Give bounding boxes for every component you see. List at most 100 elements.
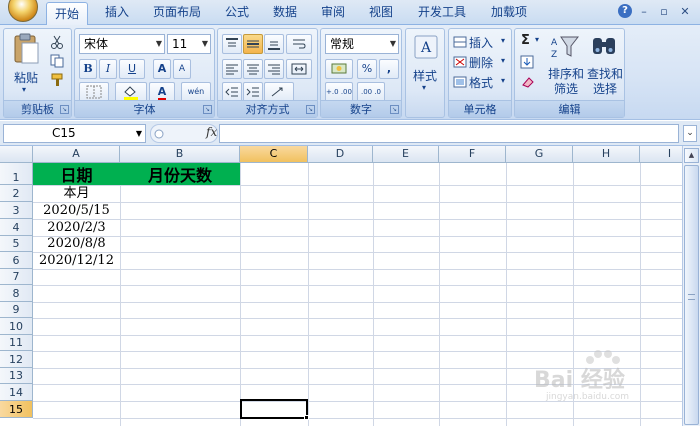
comma-button[interactable]: ,: [379, 59, 399, 79]
format-painter-icon[interactable]: [50, 73, 64, 87]
chevron-down-icon[interactable]: ▾: [535, 35, 539, 44]
fill-handle[interactable]: [304, 415, 309, 420]
font-name-combo[interactable]: 宋体 ▼: [79, 34, 165, 54]
align-center-button[interactable]: [243, 59, 263, 79]
handle-icon[interactable]: [154, 128, 164, 140]
help-icon[interactable]: ?: [618, 4, 632, 18]
format-cells-button[interactable]: 格式: [469, 74, 493, 91]
grow-font-button[interactable]: A: [153, 59, 171, 79]
copy-icon[interactable]: [50, 54, 64, 68]
column-header-f[interactable]: F: [439, 146, 506, 163]
align-middle-button[interactable]: [243, 34, 263, 54]
cell-a2[interactable]: 本月: [33, 185, 120, 202]
tab-view[interactable]: 视图: [362, 0, 400, 25]
delete-cells-button[interactable]: 删除: [469, 54, 493, 71]
find-select-button[interactable]: 查找和 选择: [587, 67, 623, 97]
tab-developer[interactable]: 开发工具: [410, 0, 474, 25]
paste-icon[interactable]: [12, 33, 40, 65]
column-header-e[interactable]: E: [373, 146, 439, 163]
row-header-2[interactable]: 2: [0, 185, 33, 202]
percent-button[interactable]: %: [357, 59, 377, 79]
tab-page-layout[interactable]: 页面布局: [146, 0, 208, 25]
cell-a5[interactable]: 2020/8/8: [33, 236, 120, 252]
merge-center-button[interactable]: [286, 59, 312, 79]
column-header-i[interactable]: I: [640, 146, 682, 163]
scroll-thumb[interactable]: [684, 165, 699, 425]
column-header-a[interactable]: A: [33, 146, 120, 163]
insert-function-icon[interactable]: fx: [206, 125, 217, 139]
find-select-icon[interactable]: [591, 34, 617, 58]
increase-decimal-button[interactable]: +.0 .00: [325, 82, 353, 102]
column-header-g[interactable]: G: [506, 146, 573, 163]
cell-b1[interactable]: 月份天数: [120, 163, 240, 185]
tab-home[interactable]: 开始: [46, 2, 88, 26]
column-header-h[interactable]: H: [573, 146, 640, 163]
autosum-button[interactable]: Σ: [521, 33, 530, 48]
row-header-3[interactable]: 3: [0, 202, 33, 219]
paste-dropdown-icon[interactable]: ▾: [22, 85, 26, 94]
row-header-5[interactable]: 5: [0, 236, 33, 252]
column-header-d[interactable]: D: [308, 146, 373, 163]
wrap-text-button[interactable]: [286, 34, 312, 54]
sort-filter-button[interactable]: 排序和 筛选: [548, 67, 584, 97]
styles-button-label[interactable]: 样式: [413, 67, 437, 84]
chevron-down-icon[interactable]: ▾: [501, 76, 505, 85]
row-header-8[interactable]: 8: [0, 285, 33, 302]
select-all-corner[interactable]: [0, 146, 33, 163]
minimize-icon[interactable]: –: [636, 4, 652, 20]
row-header-9[interactable]: 9: [0, 302, 33, 318]
row-header-15[interactable]: 15: [0, 401, 33, 418]
tab-data[interactable]: 数据: [266, 0, 304, 25]
formula-input[interactable]: [219, 124, 679, 143]
row-header-4[interactable]: 4: [0, 219, 33, 236]
align-top-button[interactable]: [222, 34, 242, 54]
insert-cells-button[interactable]: 插入: [469, 34, 493, 51]
row-header-14[interactable]: 14: [0, 384, 33, 401]
column-header-b[interactable]: B: [120, 146, 240, 163]
column-header-c[interactable]: C: [240, 146, 308, 163]
close-icon[interactable]: ✕: [677, 4, 693, 20]
vertical-scrollbar[interactable]: ▲: [682, 146, 700, 426]
row-header-13[interactable]: 13: [0, 368, 33, 384]
number-launcher-icon[interactable]: ↘: [390, 105, 399, 114]
row-header-6[interactable]: 6: [0, 252, 33, 269]
row-header-1[interactable]: 1: [0, 163, 33, 185]
borders-button[interactable]: [79, 82, 109, 102]
cell-a6[interactable]: 2020/12/12: [33, 252, 120, 269]
scroll-up-arrow-icon[interactable]: ▲: [684, 148, 699, 163]
decrease-decimal-button[interactable]: .00 .0: [357, 82, 385, 102]
underline-button[interactable]: U: [119, 59, 145, 79]
phonetic-button[interactable]: wén: [181, 82, 211, 102]
chevron-down-icon[interactable]: ▾: [501, 56, 505, 65]
align-left-button[interactable]: [222, 59, 242, 79]
paste-button-label[interactable]: 粘贴: [14, 69, 38, 86]
increase-indent-button[interactable]: [243, 82, 263, 102]
tab-addins[interactable]: 加载项: [484, 0, 534, 25]
cell-a3[interactable]: 2020/5/15: [33, 202, 120, 219]
font-launcher-icon[interactable]: ↘: [203, 105, 212, 114]
align-bottom-button[interactable]: [264, 34, 284, 54]
active-cell-c15[interactable]: [240, 399, 308, 419]
tab-formulas[interactable]: 公式: [218, 0, 256, 25]
styles-icon[interactable]: A: [414, 35, 438, 59]
orientation-button[interactable]: [264, 82, 294, 102]
chevron-down-icon[interactable]: ▼: [136, 125, 142, 142]
shrink-font-button[interactable]: A: [173, 59, 191, 79]
align-right-button[interactable]: [264, 59, 284, 79]
restore-icon[interactable]: ▫: [656, 4, 672, 20]
cut-icon[interactable]: [50, 35, 64, 49]
row-header-7[interactable]: 7: [0, 269, 33, 285]
cell-a4[interactable]: 2020/2/3: [33, 219, 120, 236]
alignment-launcher-icon[interactable]: ↘: [306, 105, 315, 114]
clipboard-launcher-icon[interactable]: ↘: [60, 105, 69, 114]
decrease-indent-button[interactable]: [222, 82, 242, 102]
clear-icon[interactable]: [520, 75, 536, 89]
chevron-down-icon[interactable]: ▾: [501, 36, 505, 45]
fill-down-icon[interactable]: [520, 55, 534, 69]
tab-review[interactable]: 审阅: [314, 0, 352, 25]
expand-formula-bar-icon[interactable]: ⌄: [683, 125, 697, 142]
office-button[interactable]: [8, 0, 38, 22]
italic-button[interactable]: I: [99, 59, 117, 79]
fill-color-button[interactable]: [115, 82, 147, 102]
row-header-12[interactable]: 12: [0, 351, 33, 368]
